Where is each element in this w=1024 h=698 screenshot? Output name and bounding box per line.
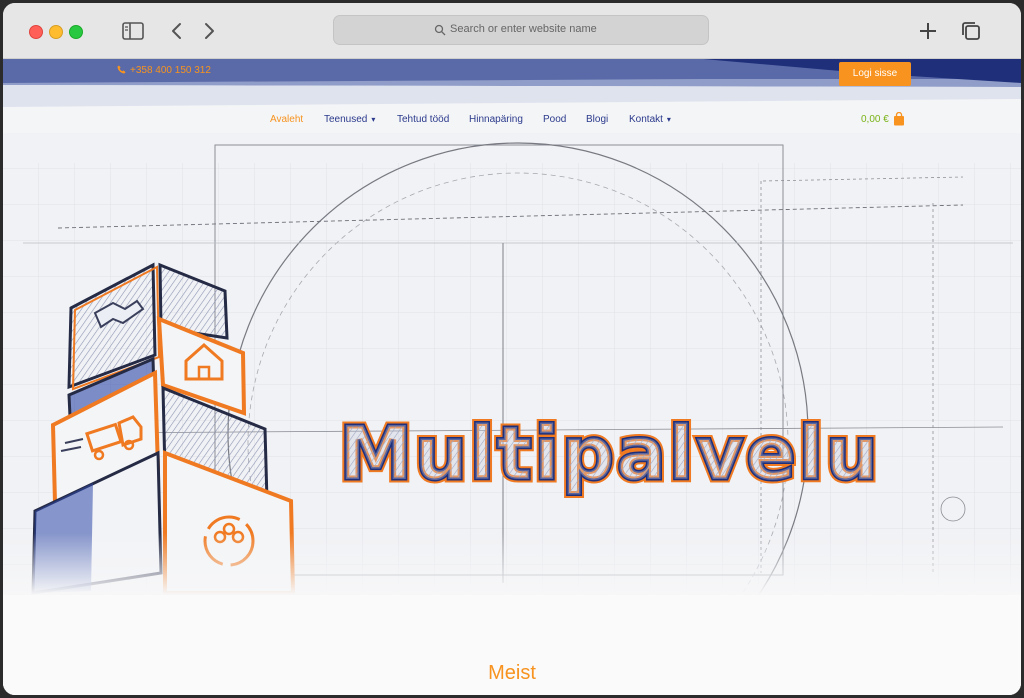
nav-item-tehtud-tood[interactable]: Tehtud tööd xyxy=(397,114,449,125)
nav-item-label: Teenused xyxy=(324,114,368,125)
phone-icon xyxy=(117,65,126,74)
new-tab-icon[interactable] xyxy=(916,19,940,43)
svg-text:Multipalvelu: Multipalvelu xyxy=(339,411,880,497)
chevron-down-icon: ▾ xyxy=(371,115,376,124)
multipalvelu-logo: Multipalvelu Multipalvelu Multipalvelu xyxy=(336,408,882,501)
address-placeholder: Search or enter website name xyxy=(450,23,597,35)
nav-item-blogi[interactable]: Blogi xyxy=(586,114,608,125)
shopping-bag-icon[interactable] xyxy=(893,112,905,126)
nav-item-pood[interactable]: Pood xyxy=(543,114,566,125)
web-page: +358 400 150 312 Logi sisse Avaleht Teen… xyxy=(3,59,1021,695)
minimize-window-button[interactable] xyxy=(49,25,63,39)
browser-toolbar: Search or enter website name xyxy=(3,3,1021,59)
nav-item-hinnaparing[interactable]: Hinnapäring xyxy=(469,114,523,125)
nav-item-avaleht[interactable]: Avaleht xyxy=(270,114,303,125)
hero-blueprint-image: 3212 xyxy=(3,133,1021,595)
top-bar: +358 400 150 312 Logi sisse xyxy=(3,59,1021,109)
tabs-overview-icon[interactable] xyxy=(959,19,983,43)
zoom-window-button[interactable] xyxy=(69,25,83,39)
chevron-down-icon: ▾ xyxy=(666,115,671,124)
phone-number: +358 400 150 312 xyxy=(130,65,211,76)
search-icon xyxy=(434,24,446,36)
nav-item-label: Tehtud tööd xyxy=(397,114,450,125)
sidebar-icon[interactable] xyxy=(121,19,145,43)
nav-item-label: Avaleht xyxy=(270,114,304,125)
back-icon[interactable] xyxy=(165,19,189,43)
nav-item-label: Kontakt xyxy=(629,114,663,125)
browser-window: Search or enter website name +358 400 15… xyxy=(3,3,1021,695)
cart-total[interactable]: 0,00 € xyxy=(861,114,889,125)
address-bar[interactable]: Search or enter website name xyxy=(333,15,709,45)
forward-icon[interactable] xyxy=(197,19,221,43)
dimension-label: 3212 xyxy=(486,133,513,136)
nav-item-label: Pood xyxy=(543,114,567,125)
login-button[interactable]: Logi sisse xyxy=(839,62,911,86)
close-window-button[interactable] xyxy=(29,25,43,39)
phone-link[interactable]: +358 400 150 312 xyxy=(117,65,211,76)
nav-item-kontakt[interactable]: Kontakt ▾ xyxy=(629,114,671,125)
nav-item-label: Blogi xyxy=(586,114,609,125)
main-nav: Avaleht Teenused ▾ Tehtud tööd Hinnapärin… xyxy=(3,109,1021,133)
nav-item-label: Hinnapäring xyxy=(469,114,523,125)
nav-item-teenused[interactable]: Teenused ▾ xyxy=(324,114,375,125)
section-title-meist: Meist xyxy=(488,662,536,684)
